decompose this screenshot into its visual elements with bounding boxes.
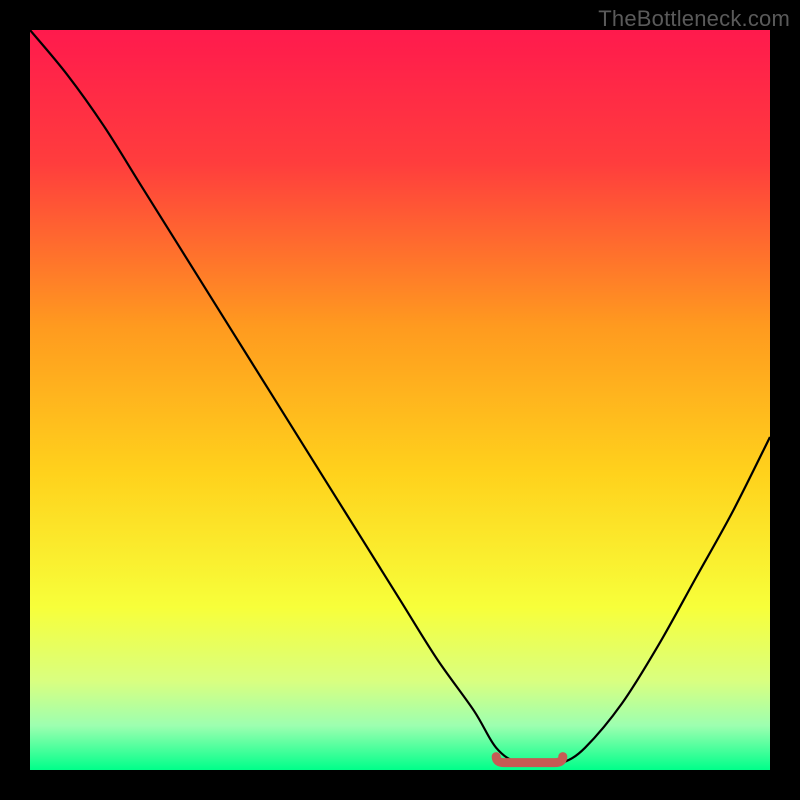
- gradient-background: [30, 30, 770, 770]
- bottleneck-chart: [30, 30, 770, 770]
- watermark-text: TheBottleneck.com: [598, 6, 790, 32]
- chart-area: [30, 30, 770, 770]
- app-frame: TheBottleneck.com: [0, 0, 800, 800]
